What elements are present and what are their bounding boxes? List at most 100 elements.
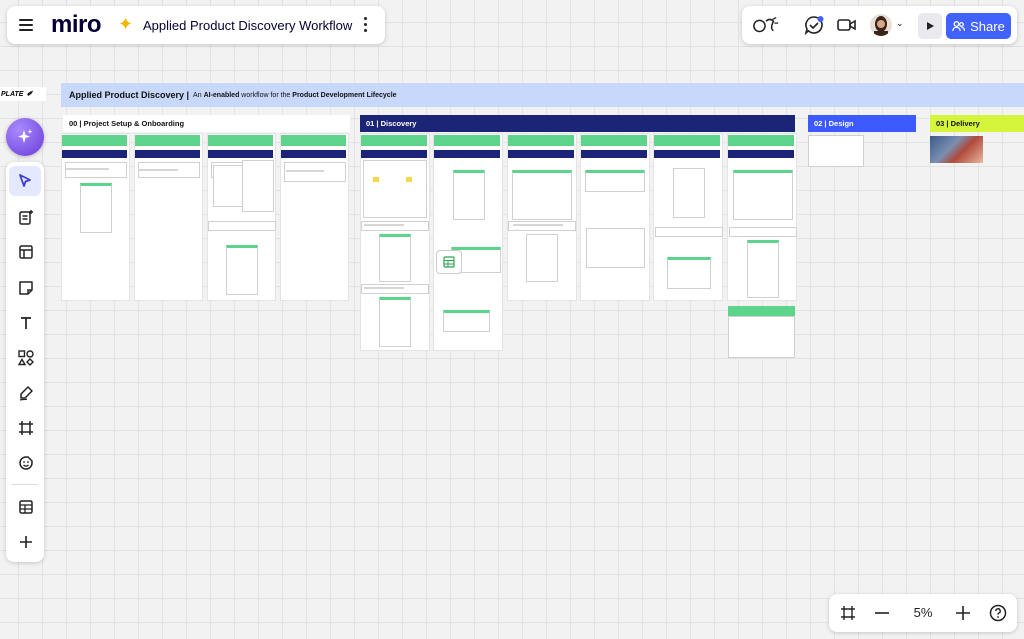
card-header: [728, 306, 795, 316]
mini-doc[interactable]: [673, 168, 705, 218]
mini-doc[interactable]: [728, 316, 795, 358]
reactions-icon[interactable]: [752, 11, 780, 39]
avatar-chevron-down-icon[interactable]: ⌄: [896, 18, 904, 29]
delivery-image[interactable]: [930, 136, 983, 163]
tag-icon: ✐: [26, 91, 33, 98]
zoom-out-button[interactable]: [868, 599, 896, 627]
table-icon: [19, 500, 33, 514]
mini-doc[interactable]: [284, 162, 346, 182]
card-subheader: [208, 150, 273, 158]
users-icon: [952, 20, 966, 31]
mini-doc[interactable]: [667, 257, 711, 289]
mini-doc[interactable]: [586, 228, 645, 268]
text-line: [138, 169, 178, 171]
cursor-icon: [19, 174, 31, 187]
section-header-delivery[interactable]: 03 | Delivery: [930, 115, 1024, 132]
present-button[interactable]: [918, 13, 942, 39]
pen-tool[interactable]: [8, 378, 44, 408]
shapes-icon: [17, 350, 34, 366]
sticky-note-tool[interactable]: [8, 273, 44, 303]
mini-doc[interactable]: [363, 160, 427, 218]
setup-frame[interactable]: [280, 133, 349, 301]
card-subheader: [434, 150, 500, 158]
table-widget[interactable]: [436, 250, 462, 274]
pen-icon: [19, 386, 33, 401]
mini-doc[interactable]: [242, 160, 274, 212]
text-line: [513, 224, 563, 226]
select-tool[interactable]: [9, 166, 41, 196]
miro-logo[interactable]: miro: [51, 11, 102, 39]
stickers-tool[interactable]: [8, 448, 44, 478]
card-header: [508, 135, 574, 146]
mini-doc[interactable]: [361, 284, 429, 294]
mini-doc[interactable]: [379, 234, 411, 282]
fit-to-screen-icon[interactable]: [834, 599, 862, 627]
table-tool[interactable]: [8, 492, 44, 522]
mini-doc[interactable]: [508, 221, 576, 231]
stickers-icon: [19, 456, 33, 470]
layout-icon: [19, 245, 33, 259]
help-button[interactable]: [984, 599, 1012, 627]
design-doc[interactable]: [808, 135, 864, 167]
section-header-design[interactable]: 02 | Design: [808, 115, 916, 132]
sticky-note[interactable]: [373, 177, 379, 182]
mini-doc[interactable]: [512, 170, 572, 220]
text-tool[interactable]: [8, 308, 44, 338]
section-label: 02 | Design: [814, 119, 854, 128]
banner-subtitle: An AI-enabled workflow for the Product D…: [193, 92, 397, 99]
mini-doc[interactable]: [208, 221, 276, 231]
layout-tool[interactable]: [8, 237, 44, 267]
discovery-frame[interactable]: [580, 133, 650, 301]
share-button[interactable]: Share: [946, 13, 1011, 39]
section-label: 01 | Discovery: [366, 119, 417, 128]
zoom-in-button[interactable]: [949, 599, 977, 627]
mini-doc[interactable]: [226, 245, 258, 295]
zoom-level[interactable]: 5%: [903, 605, 943, 620]
mini-doc[interactable]: [65, 162, 127, 178]
banner-sub-pre: An: [193, 91, 204, 99]
plus-icon: [956, 606, 970, 620]
avatar[interactable]: [870, 14, 892, 36]
main-menu-icon[interactable]: [19, 19, 33, 31]
frame-tool[interactable]: [8, 413, 44, 443]
card-header: [361, 135, 427, 146]
video-call-icon[interactable]: [833, 11, 861, 39]
text-line: [286, 170, 324, 172]
mini-doc[interactable]: [80, 183, 112, 233]
ai-sparkle-icon: [18, 129, 33, 143]
mini-doc[interactable]: [585, 170, 645, 192]
workflow-banner[interactable]: Applied Product Discovery | An AI-enable…: [61, 83, 1024, 107]
templates-tool[interactable]: [8, 202, 44, 232]
mini-doc[interactable]: [379, 297, 411, 347]
mini-doc[interactable]: [655, 227, 723, 237]
template-tag[interactable]: PLATE ✐: [0, 87, 46, 101]
banner-title: Applied Product Discovery |: [69, 90, 190, 100]
banner-sub-bold-2: Product Development Lifecycle: [292, 91, 397, 99]
board-title[interactable]: Applied Product Discovery Workflow: [143, 18, 352, 33]
mini-doc[interactable]: [361, 221, 429, 231]
text-icon: [21, 317, 31, 329]
mini-doc[interactable]: [443, 310, 490, 332]
text-line: [65, 168, 109, 170]
card-subheader: [728, 150, 794, 158]
card-subheader: [581, 150, 647, 158]
ai-sparkle-icon[interactable]: ✦: [118, 14, 133, 35]
mini-doc[interactable]: [733, 170, 793, 220]
mini-doc[interactable]: [453, 170, 485, 220]
mini-doc[interactable]: [526, 234, 558, 282]
mini-doc[interactable]: [213, 165, 243, 207]
card-subheader: [135, 150, 200, 158]
sticky-note[interactable]: [406, 177, 412, 182]
section-header-discovery[interactable]: 01 | Discovery: [360, 115, 795, 132]
frame-icon: [19, 421, 33, 435]
mini-doc[interactable]: [729, 227, 797, 237]
shapes-tool[interactable]: [8, 343, 44, 373]
card-header: [434, 135, 500, 146]
section-header-setup[interactable]: 00 | Project Setup & Onboarding: [63, 115, 350, 132]
board-options-icon[interactable]: [364, 17, 368, 32]
setup-frame[interactable]: [134, 133, 203, 301]
ai-assist-button[interactable]: [6, 118, 44, 156]
add-tool[interactable]: [8, 527, 44, 557]
mini-doc[interactable]: [747, 240, 779, 298]
comments-icon[interactable]: [800, 11, 828, 39]
